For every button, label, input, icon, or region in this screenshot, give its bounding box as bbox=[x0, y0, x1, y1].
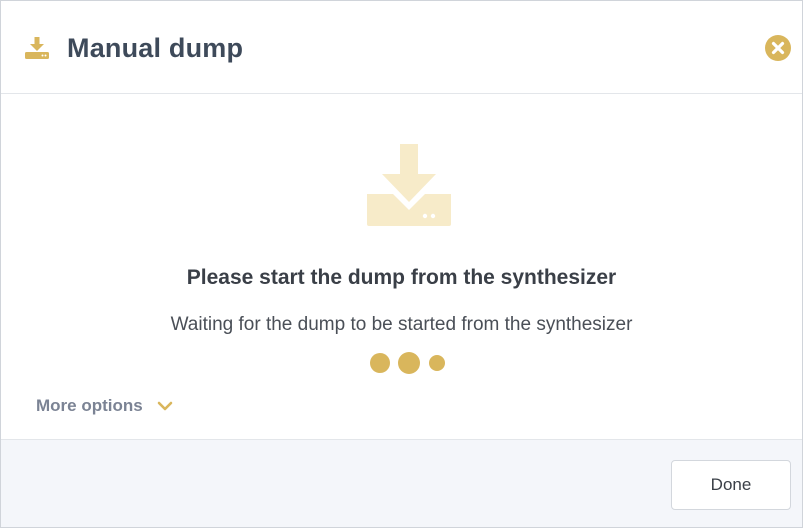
manual-dump-dialog: Manual dump Please start the dump from t… bbox=[0, 0, 803, 528]
close-icon[interactable] bbox=[764, 34, 792, 62]
dialog-header: Manual dump bbox=[1, 1, 802, 94]
more-options-label: More options bbox=[36, 396, 143, 415]
waiting-message: Waiting for the dump to be started from … bbox=[170, 314, 633, 335]
download-icon bbox=[25, 37, 49, 59]
dialog-body: Please start the dump from the synthesiz… bbox=[1, 94, 802, 441]
download-to-device-icon bbox=[367, 144, 451, 226]
more-options-toggle[interactable]: More options bbox=[36, 396, 173, 416]
instruction-heading: Please start the dump from the synthesiz… bbox=[186, 266, 617, 289]
chevron-down-icon bbox=[157, 401, 173, 411]
done-button[interactable]: Done bbox=[671, 460, 791, 510]
dialog-title: Manual dump bbox=[67, 33, 244, 63]
loading-dots-icon bbox=[370, 352, 445, 374]
dialog-footer: Done bbox=[1, 439, 802, 527]
